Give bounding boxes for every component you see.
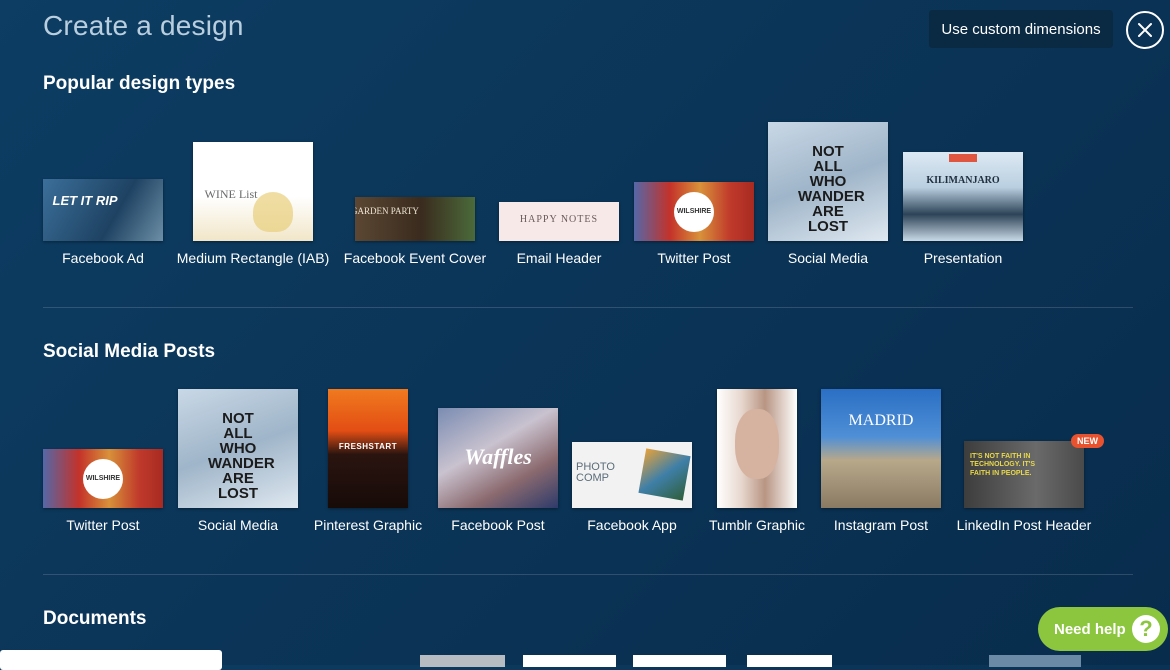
design-label: Tumblr Graphic <box>709 517 805 533</box>
section-title-popular: Popular design types <box>43 73 236 94</box>
design-label: Social Media <box>787 250 869 266</box>
design-label: Email Header <box>516 250 602 266</box>
need-help-button[interactable]: Need help ? <box>1038 607 1168 651</box>
thumbnail: Waffles <box>438 408 558 508</box>
close-icon <box>1138 23 1152 37</box>
new-badge: NEW <box>1071 434 1104 448</box>
wine-glass-shape <box>253 192 293 232</box>
divider <box>43 307 1133 308</box>
photo-collage <box>638 448 691 501</box>
thumbnail: FRESHSTART <box>328 389 408 508</box>
design-label: Pinterest Graphic <box>313 517 423 533</box>
question-icon: ? <box>1132 615 1160 643</box>
thumbnail: HAPPY NOTES <box>499 202 619 241</box>
design-label: Presentation <box>923 250 1003 266</box>
design-label: Facebook Ad <box>62 250 144 266</box>
design-label: Facebook Post <box>451 517 545 533</box>
thumbnail: MADRID <box>821 389 941 508</box>
thumbnail: NOT ALL WHO WANDER ARE LOST <box>768 122 888 241</box>
thumbnail: NOT ALL WHO WANDER ARE LOST <box>178 389 298 508</box>
close-button[interactable] <box>1126 11 1164 49</box>
thumbnail <box>717 389 797 508</box>
face-shape <box>735 409 779 479</box>
design-label: Facebook App <box>587 517 677 533</box>
document-thumb[interactable] <box>523 655 616 667</box>
thumbnail: GARDEN PARTY <box>355 197 475 241</box>
page-title: Create a design <box>43 10 244 41</box>
documents-panel <box>0 650 222 670</box>
section-title-social: Social Media Posts <box>43 341 216 362</box>
design-label: Twitter Post <box>657 250 731 266</box>
design-label: Medium Rectangle (IAB) <box>176 250 330 266</box>
design-label: LinkedIn Post Header <box>956 517 1092 533</box>
thumbnail: IT'S NOT FAITH IN TECHNOLOGY. IT'S FAITH… <box>964 441 1084 508</box>
date-tag <box>949 154 977 162</box>
section-title-documents: Documents <box>43 608 147 629</box>
divider <box>43 574 1133 575</box>
document-thumb[interactable] <box>747 655 832 667</box>
thumbnail: LET IT RIP <box>43 179 163 241</box>
use-custom-dimensions-button[interactable]: Use custom dimensions <box>929 10 1113 48</box>
thumbnail: WINE List <box>193 142 313 241</box>
thumbnail: WILSHIRE <box>43 449 163 508</box>
document-thumb[interactable] <box>989 655 1081 667</box>
thumbnail: WILSHIRE <box>634 182 754 241</box>
document-thumb[interactable] <box>633 655 726 667</box>
thumbnail: KILIMANJARO <box>903 152 1023 241</box>
document-thumb[interactable] <box>420 655 505 667</box>
need-help-label: Need help <box>1054 620 1126 638</box>
thumbnail: PHOTO COMP <box>572 442 692 508</box>
design-label: Instagram Post <box>833 517 929 533</box>
design-label: Facebook Event Cover <box>343 250 487 266</box>
design-label: Twitter Post <box>66 517 140 533</box>
design-label: Social Media <box>197 517 279 533</box>
